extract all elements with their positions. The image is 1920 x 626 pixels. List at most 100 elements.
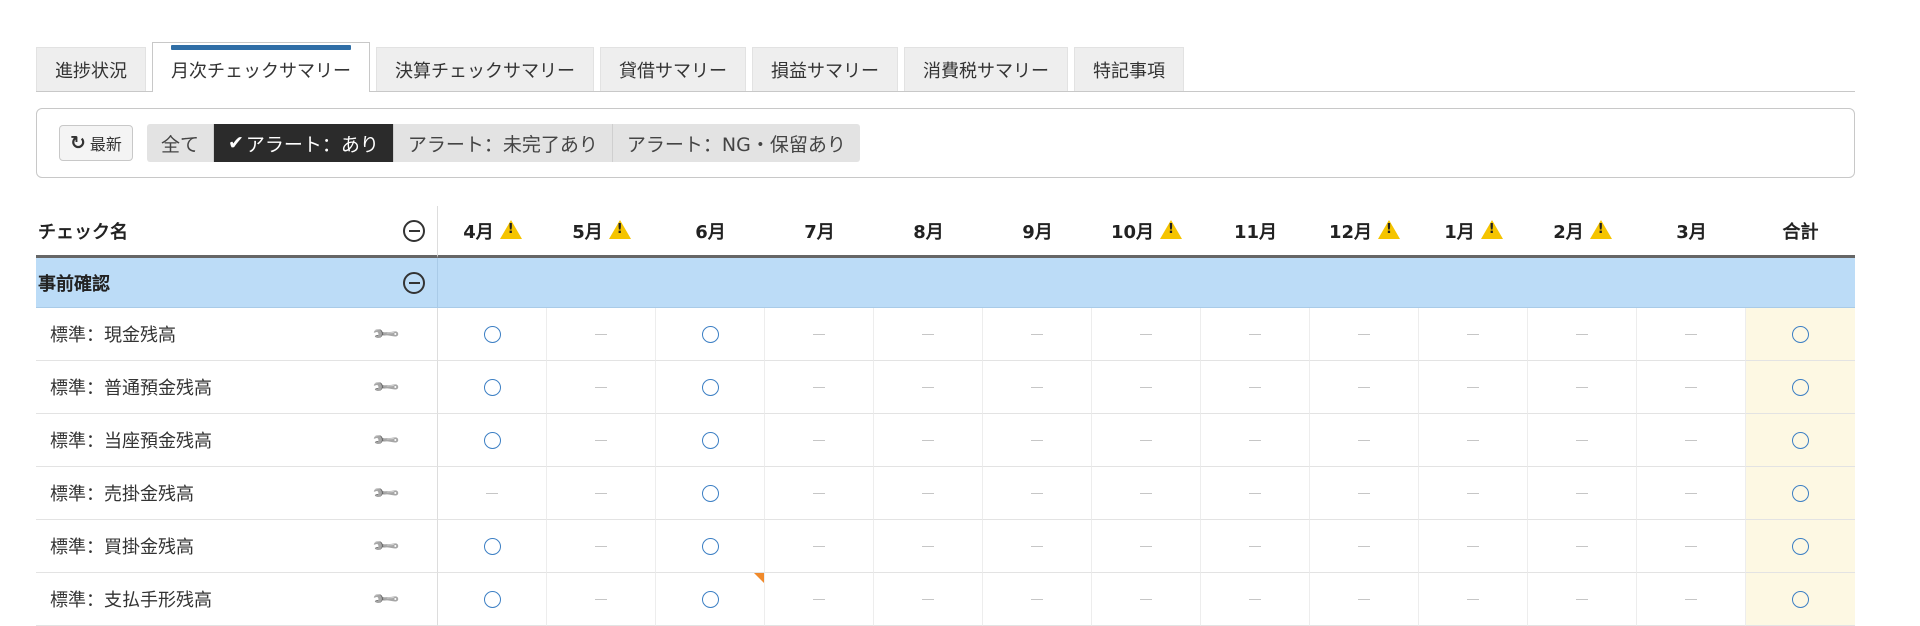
status-cell[interactable] bbox=[1310, 573, 1419, 626]
status-cell[interactable] bbox=[1201, 573, 1310, 626]
status-cell[interactable] bbox=[1528, 308, 1637, 361]
status-cell[interactable] bbox=[1637, 573, 1746, 626]
status-cell[interactable] bbox=[765, 308, 874, 361]
status-cell[interactable] bbox=[547, 467, 656, 520]
status-cell[interactable] bbox=[547, 414, 656, 467]
tab-2[interactable]: 決算チェックサマリー bbox=[376, 47, 594, 91]
status-cell[interactable] bbox=[1637, 414, 1746, 467]
status-cell[interactable] bbox=[1528, 361, 1637, 414]
status-cell[interactable] bbox=[765, 361, 874, 414]
status-cell[interactable] bbox=[656, 308, 765, 361]
status-cell[interactable] bbox=[765, 573, 874, 626]
status-cell[interactable] bbox=[1092, 520, 1201, 573]
status-cell[interactable] bbox=[874, 308, 983, 361]
tab-0[interactable]: 進捗状況 bbox=[36, 47, 146, 91]
status-cell[interactable] bbox=[874, 414, 983, 467]
total-cell[interactable] bbox=[1746, 573, 1855, 626]
status-cell[interactable] bbox=[874, 520, 983, 573]
refresh-button[interactable]: ↻ 最新 bbox=[59, 125, 133, 161]
status-cell[interactable] bbox=[1528, 520, 1637, 573]
status-cell[interactable] bbox=[983, 308, 1092, 361]
wrench-icon[interactable]: 🔧 bbox=[370, 584, 401, 615]
total-cell[interactable] bbox=[1746, 361, 1855, 414]
status-cell[interactable] bbox=[765, 467, 874, 520]
status-cell[interactable] bbox=[1419, 308, 1528, 361]
month-label: 10月 bbox=[1110, 221, 1155, 243]
status-cell[interactable] bbox=[438, 467, 547, 520]
status-cell[interactable] bbox=[1092, 573, 1201, 626]
status-cell[interactable] bbox=[1419, 414, 1528, 467]
status-cell[interactable] bbox=[765, 414, 874, 467]
wrench-icon[interactable]: 🔧 bbox=[370, 319, 401, 350]
status-cell[interactable] bbox=[983, 573, 1092, 626]
status-cell[interactable] bbox=[547, 520, 656, 573]
status-cell[interactable] bbox=[1092, 467, 1201, 520]
status-cell[interactable] bbox=[983, 414, 1092, 467]
wrench-icon[interactable]: 🔧 bbox=[370, 478, 401, 509]
status-cell[interactable] bbox=[656, 361, 765, 414]
status-cell[interactable] bbox=[656, 467, 765, 520]
status-cell[interactable] bbox=[438, 361, 547, 414]
status-cell[interactable] bbox=[1201, 520, 1310, 573]
status-cell[interactable] bbox=[656, 573, 765, 626]
status-cell[interactable] bbox=[1310, 520, 1419, 573]
filter-option-1[interactable]: ✔ アラート：あり bbox=[213, 124, 394, 162]
status-cell[interactable] bbox=[438, 520, 547, 573]
filter-option-0[interactable]: 全て bbox=[146, 124, 214, 162]
status-cell[interactable] bbox=[547, 361, 656, 414]
status-cell[interactable] bbox=[1419, 361, 1528, 414]
tab-4[interactable]: 損益サマリー bbox=[752, 47, 898, 91]
filter-option-2[interactable]: アラート：未完了あり bbox=[393, 124, 613, 162]
status-cell[interactable] bbox=[1310, 308, 1419, 361]
status-cell[interactable] bbox=[1310, 361, 1419, 414]
status-cell[interactable] bbox=[1201, 361, 1310, 414]
total-cell[interactable] bbox=[1746, 467, 1855, 520]
status-cell[interactable] bbox=[1419, 520, 1528, 573]
total-cell[interactable] bbox=[1746, 520, 1855, 573]
wrench-icon[interactable]: 🔧 bbox=[370, 531, 401, 562]
status-cell[interactable] bbox=[1637, 308, 1746, 361]
tab-6[interactable]: 特記事項 bbox=[1074, 47, 1184, 91]
wrench-icon[interactable]: 🔧 bbox=[370, 425, 401, 456]
status-cell[interactable] bbox=[1637, 520, 1746, 573]
status-cell[interactable] bbox=[1637, 361, 1746, 414]
status-cell[interactable] bbox=[656, 414, 765, 467]
status-cell[interactable] bbox=[438, 573, 547, 626]
filter-option-3[interactable]: アラート：NG・保留あり bbox=[612, 124, 860, 162]
total-cell[interactable] bbox=[1746, 308, 1855, 361]
status-cell[interactable] bbox=[1092, 361, 1201, 414]
status-cell[interactable] bbox=[1092, 308, 1201, 361]
total-cell[interactable] bbox=[1746, 414, 1855, 467]
collapse-group-icon[interactable] bbox=[403, 271, 425, 294]
status-cell[interactable] bbox=[1419, 467, 1528, 520]
status-cell[interactable] bbox=[1528, 467, 1637, 520]
status-cell[interactable] bbox=[1637, 467, 1746, 520]
status-cell[interactable] bbox=[438, 308, 547, 361]
status-cell[interactable] bbox=[1201, 467, 1310, 520]
status-cell[interactable] bbox=[1310, 414, 1419, 467]
collapse-all-icon[interactable] bbox=[403, 219, 425, 242]
status-cell[interactable] bbox=[547, 308, 656, 361]
status-cell[interactable] bbox=[547, 573, 656, 626]
status-cell[interactable] bbox=[983, 520, 1092, 573]
status-cell[interactable] bbox=[1419, 573, 1528, 626]
tab-3[interactable]: 貸借サマリー bbox=[600, 47, 746, 91]
status-cell[interactable] bbox=[1201, 308, 1310, 361]
status-cell[interactable] bbox=[874, 467, 983, 520]
month-label: 5月 bbox=[572, 221, 603, 243]
tab-5[interactable]: 消費税サマリー bbox=[904, 47, 1068, 91]
tab-1[interactable]: 月次チェックサマリー bbox=[152, 42, 370, 92]
status-cell[interactable] bbox=[1092, 414, 1201, 467]
status-cell[interactable] bbox=[1528, 414, 1637, 467]
status-cell[interactable] bbox=[983, 467, 1092, 520]
status-cell[interactable] bbox=[438, 414, 547, 467]
status-cell[interactable] bbox=[656, 520, 765, 573]
status-cell[interactable] bbox=[765, 520, 874, 573]
status-cell[interactable] bbox=[1528, 573, 1637, 626]
wrench-icon[interactable]: 🔧 bbox=[370, 372, 401, 403]
status-cell[interactable] bbox=[1201, 414, 1310, 467]
status-cell[interactable] bbox=[874, 361, 983, 414]
status-cell[interactable] bbox=[983, 361, 1092, 414]
status-cell[interactable] bbox=[1310, 467, 1419, 520]
status-cell[interactable] bbox=[874, 573, 983, 626]
